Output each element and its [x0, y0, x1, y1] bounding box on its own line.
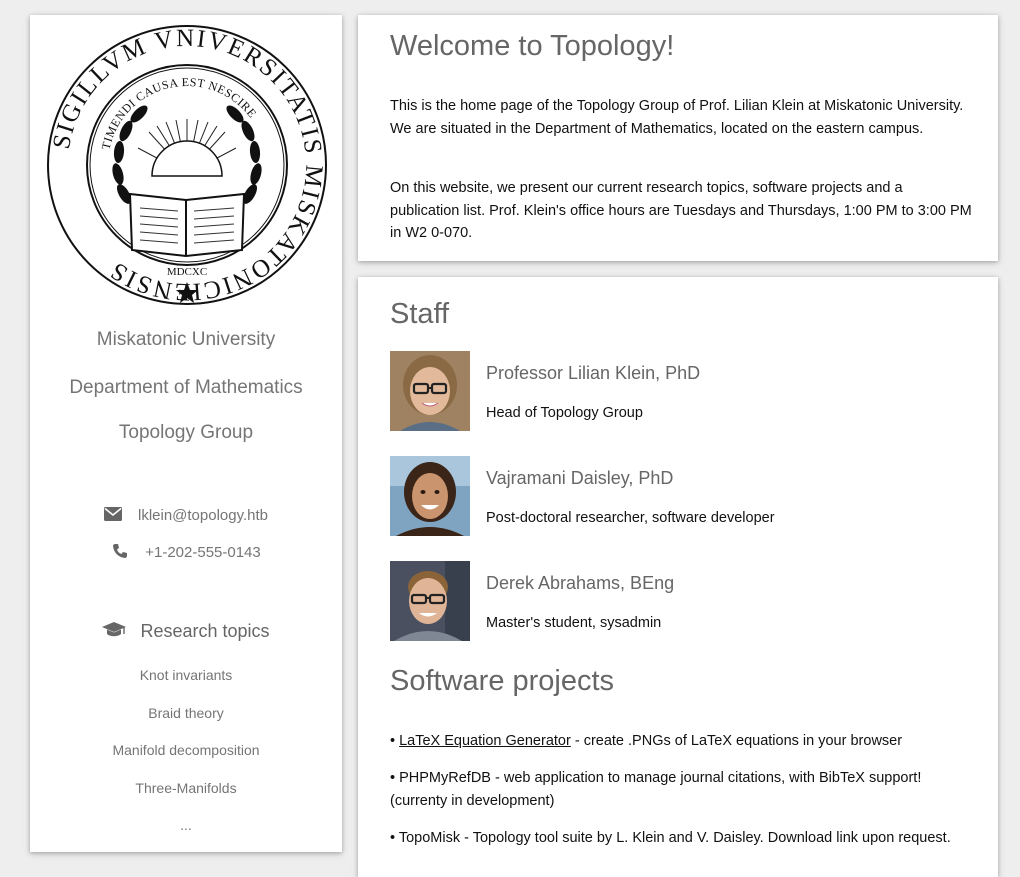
bullet: • — [390, 770, 396, 786]
envelope-icon — [103, 507, 122, 521]
bullet: • — [390, 733, 396, 749]
latex-equation-generator-link[interactable]: LaTeX Equation Generator — [399, 733, 571, 749]
phone-icon — [113, 544, 128, 558]
software-item: • LaTeX Equation Generator - create .PNG… — [390, 730, 975, 753]
welcome-intro-paragraph: This is the home page of the Topology Gr… — [390, 98, 964, 137]
welcome-title: Welcome to Topology! — [390, 30, 675, 62]
staff-title: Staff — [390, 298, 450, 330]
university-seal-logo: SIGILLVM VNIVERSITATIS MISKATONICIENSIS … — [47, 25, 327, 305]
research-topics-more[interactable]: ... — [30, 817, 342, 833]
research-topics-title: Research topics — [140, 621, 270, 641]
staff-role: Master's student, sysadmin — [486, 615, 662, 631]
bullet: • — [390, 830, 396, 846]
staff-role: Post-doctoral researcher, software devel… — [486, 510, 775, 526]
research-topics-heading: Research topics — [30, 621, 342, 642]
software-item-text: TopoMisk - Topology tool suite by L. Kle… — [398, 830, 951, 846]
research-topic-item[interactable]: Braid theory — [30, 705, 342, 721]
staff-photo-derek-abrahams — [390, 561, 470, 641]
software-item-text: PHPMyRefDB - web application to manage j… — [390, 770, 922, 809]
group-name: Topology Group — [118, 422, 254, 443]
staff-photo-vajramani-daisley — [390, 456, 470, 536]
staff-photo-lilian-klein — [390, 351, 470, 431]
contact-phone: +1-202-555-0143 — [30, 543, 342, 561]
software-item: • PHPMyRefDB - web application to manage… — [390, 767, 975, 812]
department-name: Department of Mathematics — [69, 377, 303, 398]
staff-name: Professor Lilian Klein, PhD — [486, 363, 701, 383]
research-topic-item[interactable]: Knot invariants — [30, 667, 342, 683]
staff-name: Vajramani Daisley, PhD — [486, 468, 674, 488]
email-address[interactable]: lklein@topology.htb — [138, 507, 268, 524]
software-item-text: - create .PNGs of LaTeX equations in you… — [570, 733, 903, 749]
staff-card: Staff Professor Lilian Klein, PhD Head o… — [358, 277, 998, 877]
graduation-cap-icon — [102, 622, 127, 637]
staff-name: Derek Abrahams, BEng — [486, 573, 675, 593]
research-topic-item[interactable]: Three-Manifolds — [30, 780, 342, 796]
welcome-card: Welcome to Topology! This is the home pa… — [358, 15, 998, 261]
phone-number[interactable]: +1-202-555-0143 — [145, 544, 261, 561]
research-topic-item[interactable]: Manifold decomposition — [30, 742, 342, 758]
staff-role: Head of Topology Group — [486, 405, 643, 421]
contact-email: lklein@topology.htb — [30, 506, 342, 524]
welcome-info-paragraph: On this website, we present our current … — [390, 180, 972, 241]
sidebar-card: SIGILLVM VNIVERSITATIS MISKATONICIENSIS … — [30, 15, 342, 852]
svg-text:MDCXC: MDCXC — [167, 266, 207, 278]
university-name: Miskatonic University — [96, 329, 276, 350]
software-projects-title: Software projects — [390, 665, 615, 697]
software-item: • TopoMisk - Topology tool suite by L. K… — [390, 827, 975, 850]
